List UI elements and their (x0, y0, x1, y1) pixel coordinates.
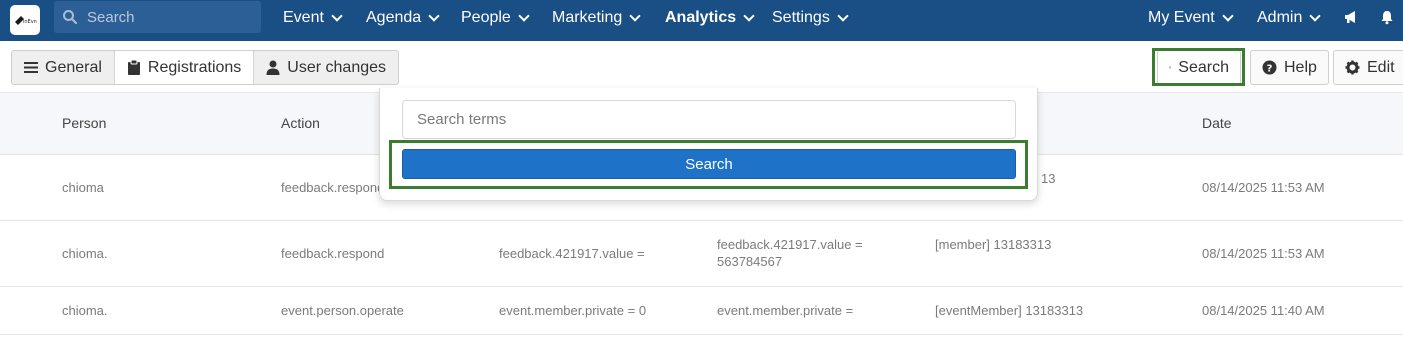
nav-analytics[interactable]: Analytics (665, 0, 755, 35)
search-popover: Search (379, 88, 1038, 201)
tab-user-changes-label: User changes (287, 58, 387, 76)
bell-icon[interactable] (1379, 9, 1395, 25)
tab-user-changes[interactable]: User changes (254, 51, 398, 84)
cell-date: 08/14/2025 11:40 AM (1202, 303, 1325, 318)
tab-general-label: General (45, 58, 102, 76)
chevron-down-icon (428, 9, 440, 22)
table-row[interactable]: chioma. event.person.operate event.membe… (0, 287, 1403, 335)
cell-action: event.person.operate (281, 303, 404, 318)
my-event-menu[interactable]: My Event (1148, 0, 1234, 35)
table-row[interactable]: chioma. feedback.respond feedback.421917… (0, 221, 1403, 287)
help-button-label: Help (1284, 58, 1317, 76)
cell-new-value: event.member.private = (717, 303, 854, 318)
report-tabs: General Registrations User changes (11, 50, 400, 85)
nav-analytics-label: Analytics (665, 8, 737, 26)
cell-target: 13 (1041, 171, 1056, 186)
chevron-down-icon (1222, 9, 1234, 22)
cell-person: chioma (62, 180, 104, 195)
edit-button[interactable]: Edit (1333, 50, 1403, 85)
nav-agenda[interactable]: Agenda (366, 0, 440, 35)
nav-event[interactable]: Event (283, 0, 343, 35)
help-button[interactable]: ? Help (1250, 50, 1329, 85)
cell-old-value: feedback.421917.value = (499, 246, 645, 261)
page-toolbar: General Registrations User changes Searc… (0, 41, 1403, 93)
cell-new-value: feedback.421917.value = 563784567 (717, 237, 863, 269)
search-button-highlight (1152, 48, 1245, 86)
cell-action: feedback.respond (281, 246, 385, 261)
nav-settings[interactable]: Settings (772, 0, 849, 35)
chevron-down-icon (629, 9, 641, 22)
svg-text:inEvnt: inEvnt (23, 19, 37, 25)
cell-old-value: event.member.private = 0 (499, 303, 647, 318)
cell-action: feedback.respond (281, 180, 385, 195)
nav-settings-label: Settings (772, 8, 830, 26)
column-header-action[interactable]: Action (281, 115, 320, 131)
user-icon (266, 60, 280, 75)
nav-marketing-label: Marketing (552, 8, 623, 26)
chevron-down-icon (837, 9, 849, 22)
megaphone-icon[interactable] (1343, 9, 1359, 25)
cell-person: chioma. (62, 303, 108, 318)
top-navigation-bar: inEvnt Event Agenda People Marketing Ana… (0, 0, 1403, 41)
chevron-down-icon (331, 9, 343, 22)
cell-target: [member] 13183313 (935, 237, 1052, 252)
chevron-down-icon (1309, 9, 1322, 22)
column-header-person[interactable]: Person (62, 115, 106, 131)
my-event-label: My Event (1148, 8, 1215, 26)
admin-menu[interactable]: Admin (1257, 0, 1322, 35)
logo-icon: inEvnt (15, 16, 37, 25)
nav-marketing[interactable]: Marketing (552, 0, 641, 35)
tab-registrations-label: Registrations (147, 58, 242, 76)
nav-people-label: People (461, 8, 511, 26)
cell-target: [eventMember] 13183313 (935, 303, 1084, 318)
nav-agenda-label: Agenda (366, 8, 422, 26)
chevron-down-icon (518, 9, 530, 22)
search-terms-input[interactable] (402, 100, 1016, 139)
question-circle-icon: ? (1262, 60, 1277, 75)
chevron-down-icon (743, 9, 755, 22)
clipboard-icon (127, 60, 140, 75)
global-search[interactable] (54, 1, 261, 33)
tab-general[interactable]: General (12, 51, 115, 84)
edit-button-label: Edit (1367, 58, 1395, 76)
global-search-input[interactable] (87, 8, 247, 26)
cell-date: 08/14/2025 11:53 AM (1202, 180, 1325, 195)
nav-people[interactable]: People (461, 0, 530, 35)
tab-registrations[interactable]: Registrations (114, 51, 255, 84)
bars-icon (24, 62, 38, 73)
gear-icon (1345, 60, 1360, 75)
cell-person: chioma. (62, 246, 108, 261)
cell-date: 08/14/2025 11:53 AM (1202, 246, 1325, 261)
app-logo[interactable]: inEvnt (10, 5, 40, 35)
nav-event-label: Event (283, 8, 324, 26)
search-icon (63, 10, 78, 25)
admin-label: Admin (1257, 8, 1303, 26)
column-header-date[interactable]: Date (1202, 115, 1232, 131)
svg-text:?: ? (1267, 63, 1273, 74)
search-submit-highlight (389, 140, 1028, 189)
